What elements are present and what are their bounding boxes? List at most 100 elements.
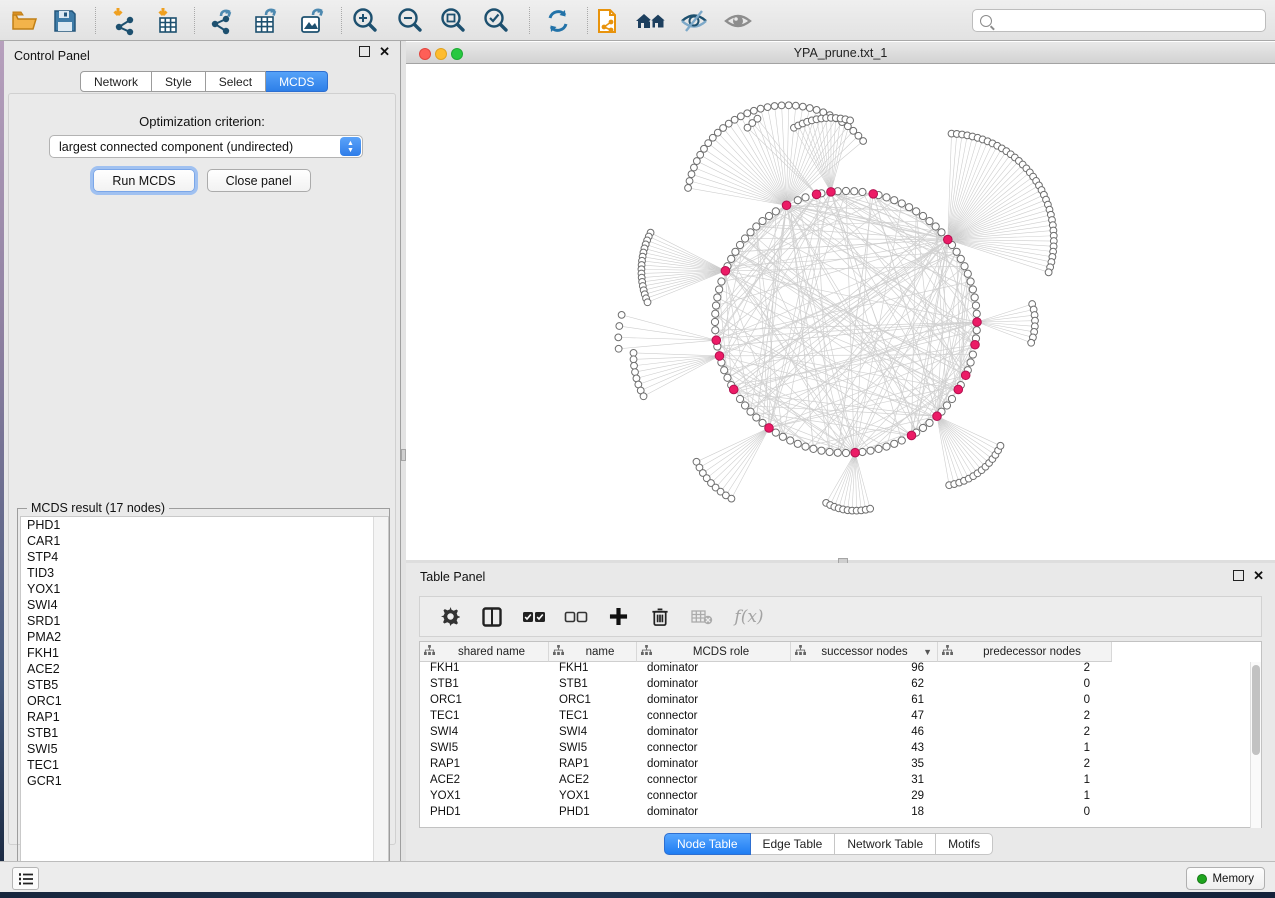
- tab-select[interactable]: Select: [206, 71, 266, 92]
- table-row[interactable]: YOX1YOX1connector291: [420, 790, 1261, 806]
- cell-shared-name: FKH1: [420, 662, 549, 678]
- zoom-out-icon: [395, 6, 425, 36]
- column-header-shared-name[interactable]: shared name: [420, 642, 549, 662]
- mcds-result-item[interactable]: CAR1: [21, 533, 388, 549]
- save-session-button[interactable]: [48, 4, 82, 37]
- float-panel-icon[interactable]: [359, 46, 370, 57]
- table-row[interactable]: TEC1TEC1connector472: [420, 710, 1261, 726]
- table-row[interactable]: STB1STB1dominator620: [420, 678, 1261, 694]
- export-network-button[interactable]: [205, 4, 239, 37]
- hide-graphics-button[interactable]: [677, 4, 711, 37]
- table-row[interactable]: SWI4SWI4dominator462: [420, 726, 1261, 742]
- column-header-name[interactable]: name: [549, 642, 637, 662]
- table-scrollbar-thumb[interactable]: [1252, 665, 1260, 755]
- tab-network-table[interactable]: Network Table: [835, 833, 936, 855]
- column-header-MCDS-role[interactable]: MCDS role: [637, 642, 791, 662]
- zoom-in-button[interactable]: [348, 4, 382, 37]
- mcds-result-item[interactable]: RAP1: [21, 709, 388, 725]
- run-mcds-button[interactable]: Run MCDS: [93, 169, 194, 192]
- column-header-predecessor-nodes[interactable]: predecessor nodes: [938, 642, 1112, 662]
- export-image-button[interactable]: [295, 4, 329, 37]
- network-canvas[interactable]: [406, 64, 1275, 560]
- select-stepper-icon: ▲▼: [340, 137, 361, 156]
- function-builder-button[interactable]: f(x): [732, 605, 766, 629]
- open-session-button[interactable]: [7, 4, 41, 37]
- table-settings-button[interactable]: [438, 605, 462, 629]
- cell-name: ACE2: [549, 774, 637, 790]
- refresh-layout-button[interactable]: [541, 4, 575, 37]
- mcds-result-item[interactable]: ACE2: [21, 661, 388, 677]
- table-row[interactable]: ACE2ACE2connector311: [420, 774, 1261, 790]
- mcds-result-item[interactable]: SWI4: [21, 597, 388, 613]
- close-panel-button[interactable]: Close panel: [207, 169, 311, 192]
- show-graphics-button[interactable]: [721, 4, 755, 37]
- export-table-button[interactable]: [249, 4, 283, 37]
- eye-icon: [723, 6, 753, 36]
- tab-style[interactable]: Style: [152, 71, 206, 92]
- column-header-successor-nodes[interactable]: successor nodes▼: [791, 642, 938, 662]
- tab-mcds[interactable]: MCDS: [266, 71, 328, 92]
- table-row[interactable]: SWI5SWI5connector431: [420, 742, 1261, 758]
- cell-predecessor-nodes: 2: [938, 710, 1112, 726]
- cell-successor-nodes: 18: [791, 806, 938, 822]
- float-panel-icon[interactable]: [1233, 570, 1244, 581]
- network-graph[interactable]: [406, 64, 1275, 560]
- add-column-button[interactable]: [606, 605, 630, 629]
- delete-table-button[interactable]: [690, 605, 714, 629]
- deselect-all-button[interactable]: [564, 605, 588, 629]
- cell-name: YOX1: [549, 790, 637, 806]
- cell-MCDS-role: dominator: [637, 758, 791, 774]
- node-table: shared namenameMCDS rolesuccessor nodes▼…: [419, 641, 1262, 828]
- mcds-result-item[interactable]: TID3: [21, 565, 388, 581]
- tab-motifs[interactable]: Motifs: [936, 833, 993, 855]
- split-panes-icon: [482, 607, 502, 627]
- mcds-result-item[interactable]: GCR1: [21, 773, 388, 789]
- mcds-result-list[interactable]: PHD1CAR1STP4TID3YOX1SWI4SRD1PMA2FKH1ACE2…: [20, 516, 389, 879]
- mcds-result-item[interactable]: SWI5: [21, 741, 388, 757]
- zoom-out-button[interactable]: [393, 4, 427, 37]
- table-row[interactable]: PHD1PHD1dominator180: [420, 806, 1261, 822]
- zoom-fit-button[interactable]: [436, 4, 470, 37]
- mcds-result-item[interactable]: STB5: [21, 677, 388, 693]
- memory-button[interactable]: Memory: [1186, 867, 1265, 890]
- cell-successor-nodes: 96: [791, 662, 938, 678]
- close-panel-icon[interactable]: ✕: [379, 46, 390, 57]
- mcds-result-item[interactable]: STP4: [21, 549, 388, 565]
- delete-column-button[interactable]: [648, 605, 672, 629]
- import-table-button[interactable]: [151, 4, 185, 37]
- tab-network[interactable]: Network: [80, 71, 152, 92]
- table-row[interactable]: FKH1FKH1dominator962: [420, 662, 1261, 678]
- share-document-button[interactable]: [591, 4, 625, 37]
- network-window-titlebar[interactable]: YPA_prune.txt_1: [406, 42, 1275, 64]
- mcds-result-item[interactable]: PHD1: [21, 517, 388, 533]
- table-scrollbar[interactable]: [1250, 662, 1261, 828]
- select-all-button[interactable]: [522, 605, 546, 629]
- global-search[interactable]: [972, 9, 1266, 32]
- mcds-list-scrollbar[interactable]: [373, 517, 388, 878]
- table-header-row: shared namenameMCDS rolesuccessor nodes▼…: [420, 642, 1261, 662]
- cell-name: FKH1: [549, 662, 637, 678]
- column-layout-button[interactable]: [480, 605, 504, 629]
- mcds-result-item[interactable]: FKH1: [21, 645, 388, 661]
- mcds-result-item[interactable]: SRD1: [21, 613, 388, 629]
- mcds-tab-content: Optimization criterion: largest connecte…: [8, 93, 396, 845]
- table-row[interactable]: RAP1RAP1dominator352: [420, 758, 1261, 774]
- task-history-button[interactable]: [12, 867, 39, 890]
- table-row[interactable]: ORC1ORC1dominator610: [420, 694, 1261, 710]
- mcds-result-item[interactable]: YOX1: [21, 581, 388, 597]
- mcds-result-item[interactable]: PMA2: [21, 629, 388, 645]
- close-panel-icon[interactable]: ✕: [1253, 570, 1264, 581]
- mcds-result-item[interactable]: ORC1: [21, 693, 388, 709]
- mcds-result-item[interactable]: STB1: [21, 725, 388, 741]
- zoom-selected-button[interactable]: [479, 4, 513, 37]
- document-share-icon: [593, 6, 623, 36]
- import-network-button[interactable]: [107, 4, 141, 37]
- home-networks-button[interactable]: [634, 4, 668, 37]
- optimization-criterion-select[interactable]: largest connected component (undirected)…: [49, 135, 363, 158]
- tab-node-table[interactable]: Node Table: [664, 833, 751, 855]
- cell-shared-name: TEC1: [420, 710, 549, 726]
- mcds-result-item[interactable]: TEC1: [21, 757, 388, 773]
- tab-edge-table[interactable]: Edge Table: [751, 833, 836, 855]
- search-input[interactable]: [997, 14, 1265, 28]
- cell-MCDS-role: dominator: [637, 678, 791, 694]
